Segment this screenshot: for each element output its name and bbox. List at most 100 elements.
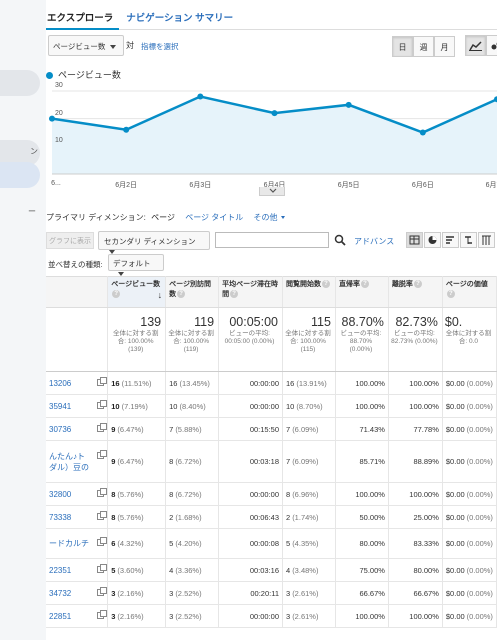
page-value: $0.00 xyxy=(445,512,465,522)
cell-page[interactable]: 35941 xyxy=(46,394,109,418)
sort-type-select[interactable]: デフォルト xyxy=(108,254,164,277)
view-performance-button[interactable] xyxy=(442,232,459,248)
cell-page-value: $0.00 (0.00%) xyxy=(442,440,497,483)
page-link[interactable]: 32800 xyxy=(49,490,71,499)
open-in-new-icon[interactable] xyxy=(97,487,107,497)
view-pivot-button[interactable] xyxy=(478,232,495,248)
cell-page[interactable]: 73338 xyxy=(46,505,109,529)
help-icon[interactable]: ? xyxy=(360,280,369,289)
page-link[interactable]: 13206 xyxy=(49,379,71,388)
open-in-new-icon[interactable] xyxy=(97,449,107,459)
metric-select[interactable]: ページビュー数 xyxy=(48,35,124,56)
table-search-input[interactable] xyxy=(215,232,329,248)
view-comparison-button[interactable] xyxy=(460,232,477,248)
page-link[interactable]: 73338 xyxy=(49,513,71,522)
view-table-button[interactable] xyxy=(406,232,423,248)
help-icon[interactable]: ? xyxy=(230,290,239,299)
summary-bounce: 88.70% ビューの平均: 88.70% (0.00%) xyxy=(335,307,389,372)
cell-page[interactable]: 32800 xyxy=(46,482,109,506)
cell-bounce: 80.00% xyxy=(335,528,389,559)
motion-chart-button[interactable] xyxy=(486,35,497,56)
cell-page[interactable]: ードカルチ xyxy=(46,528,109,559)
cell-page[interactable]: んたん♪ト ダル）豆の xyxy=(46,440,109,483)
page-link[interactable]: 22851 xyxy=(49,612,71,621)
cell-exit: 66.67% xyxy=(388,581,443,605)
page-link[interactable]: 34732 xyxy=(49,589,71,598)
bounce-value: 100.00% xyxy=(355,611,385,621)
plot-rows-button[interactable]: グラフに表示 xyxy=(46,232,94,249)
table-row[interactable]: 32800 8 (5.76%) 8 (6.72%) 00:00:00 8 (6.96%) 100… xyxy=(46,482,497,506)
page-link[interactable]: 22351 xyxy=(49,566,71,575)
cell-page-value: $0.00 (0.00%) xyxy=(442,581,497,605)
period-month-button[interactable]: 月 xyxy=(434,36,455,57)
header-entrances[interactable]: 閲覧開始数? xyxy=(282,276,336,308)
header-avg-time[interactable]: 平均ページ滞在時間? xyxy=(218,276,284,308)
table-row[interactable]: 34732 3 (2.16%) 3 (2.52%) 00:20:11 3 (2.61%) 66.… xyxy=(46,581,497,605)
advanced-filter-link[interactable]: アドバンス xyxy=(354,236,394,247)
cell-page[interactable]: 22851 xyxy=(46,604,109,628)
dimension-page-title[interactable]: ページ タイトル xyxy=(185,213,243,222)
table-row[interactable]: 22351 5 (3.60%) 4 (3.36%) 00:03:16 4 (3.48%) 75.… xyxy=(46,558,497,582)
chart-resize-handle[interactable] xyxy=(259,187,285,196)
cell-page[interactable]: 34732 xyxy=(46,581,109,605)
tab-navigation-summary[interactable]: ナビゲーション サマリー xyxy=(125,4,239,30)
table-row[interactable]: んたん♪ト ダル）豆の 9 (6.47%) 8 (6.72%) 00:03:18 7 (6.0… xyxy=(46,440,497,483)
view-pie-button[interactable] xyxy=(424,232,441,248)
header-pageviews[interactable]: ページビュー数? ↓ xyxy=(107,276,167,308)
exit-value: 77.78% xyxy=(413,424,439,434)
select-metric-link[interactable]: 指標を選択 xyxy=(141,41,179,52)
open-in-new-icon[interactable] xyxy=(97,510,107,520)
upv-pct: (6.72%) xyxy=(175,457,202,466)
data-point[interactable] xyxy=(345,101,352,108)
help-icon[interactable]: ? xyxy=(112,290,121,299)
open-in-new-icon[interactable] xyxy=(97,422,107,432)
summary-pv-sub: 全体に対する割合: 100.00% (139) xyxy=(112,330,159,353)
help-icon[interactable]: ? xyxy=(413,280,422,289)
help-icon[interactable]: ? xyxy=(177,290,186,299)
open-in-new-icon[interactable] xyxy=(97,376,107,386)
x-tick-label: 6月6日 xyxy=(411,182,434,189)
sidebar-item-active[interactable] xyxy=(0,162,40,188)
table-row[interactable]: 30736 9 (6.47%) 7 (5.88%) 00:15:50 7 (6.09%) 71.… xyxy=(46,417,497,441)
header-exit-rate[interactable]: 離脱率? xyxy=(388,276,443,308)
secondary-dimension-select[interactable]: セカンダリ ディメンション xyxy=(98,231,210,255)
dimension-other[interactable]: その他 xyxy=(254,213,285,222)
help-icon[interactable]: ? xyxy=(322,280,331,289)
y-tick-label: 30 xyxy=(55,82,63,89)
open-in-new-icon[interactable] xyxy=(97,563,107,573)
header-page-value[interactable]: ページの価値? xyxy=(442,276,497,308)
tab-explorer[interactable]: エクスプローラ xyxy=(46,4,120,30)
data-point[interactable] xyxy=(419,129,426,136)
header-unique-pageviews[interactable]: ページ別訪問数? xyxy=(165,276,220,308)
open-in-new-icon[interactable] xyxy=(97,399,107,409)
dimension-page[interactable]: ページ xyxy=(151,213,175,222)
page-link[interactable]: 30736 xyxy=(49,425,71,434)
page-link[interactable]: ードカルチ xyxy=(49,539,89,548)
cell-page[interactable]: 30736 xyxy=(46,417,109,441)
data-point[interactable] xyxy=(123,126,130,133)
table-row[interactable]: 22851 3 (2.16%) 3 (2.52%) 00:00:00 3 (2.61%) 100… xyxy=(46,604,497,628)
summary-value: $0. 全体に対する割合: 0.0 xyxy=(442,307,497,372)
summary-value-value: $0. xyxy=(444,315,463,329)
period-week-button[interactable]: 週 xyxy=(413,36,434,57)
header-page-value-label: ページの価値 xyxy=(445,281,488,288)
page-link[interactable]: んたん♪ト ダル）豆の xyxy=(49,452,89,472)
table-row[interactable]: 73338 8 (5.76%) 2 (1.68%) 00:06:43 2 (1.74%) 50.… xyxy=(46,505,497,529)
table-row[interactable]: 35941 10 (7.19%) 10 (8.40%) 00:00:00 10 (8.70%)… xyxy=(46,394,497,418)
data-point[interactable] xyxy=(271,110,278,117)
open-in-new-icon[interactable] xyxy=(97,609,107,619)
help-icon[interactable]: ? xyxy=(446,290,455,299)
line-chart-button[interactable] xyxy=(465,35,486,56)
cell-page[interactable]: 13206 xyxy=(46,371,109,395)
data-point[interactable] xyxy=(197,93,204,100)
search-icon[interactable] xyxy=(334,234,346,246)
open-in-new-icon[interactable] xyxy=(97,586,107,596)
table-row[interactable]: ードカルチ 6 (4.32%) 5 (4.20%) 00:00:08 5 (4.35%) 80.… xyxy=(46,528,497,559)
header-bounce-rate[interactable]: 直帰率? xyxy=(335,276,389,308)
cell-page[interactable]: 22351 xyxy=(46,558,109,582)
table-row[interactable]: 13206 16 (11.51%) 16 (13.45%) 00:00:00 16 (13.9… xyxy=(46,371,497,395)
period-day-button[interactable]: 日 xyxy=(392,36,413,57)
sidebar-item[interactable] xyxy=(0,70,40,96)
open-in-new-icon[interactable] xyxy=(97,537,107,546)
page-link[interactable]: 35941 xyxy=(49,402,71,411)
